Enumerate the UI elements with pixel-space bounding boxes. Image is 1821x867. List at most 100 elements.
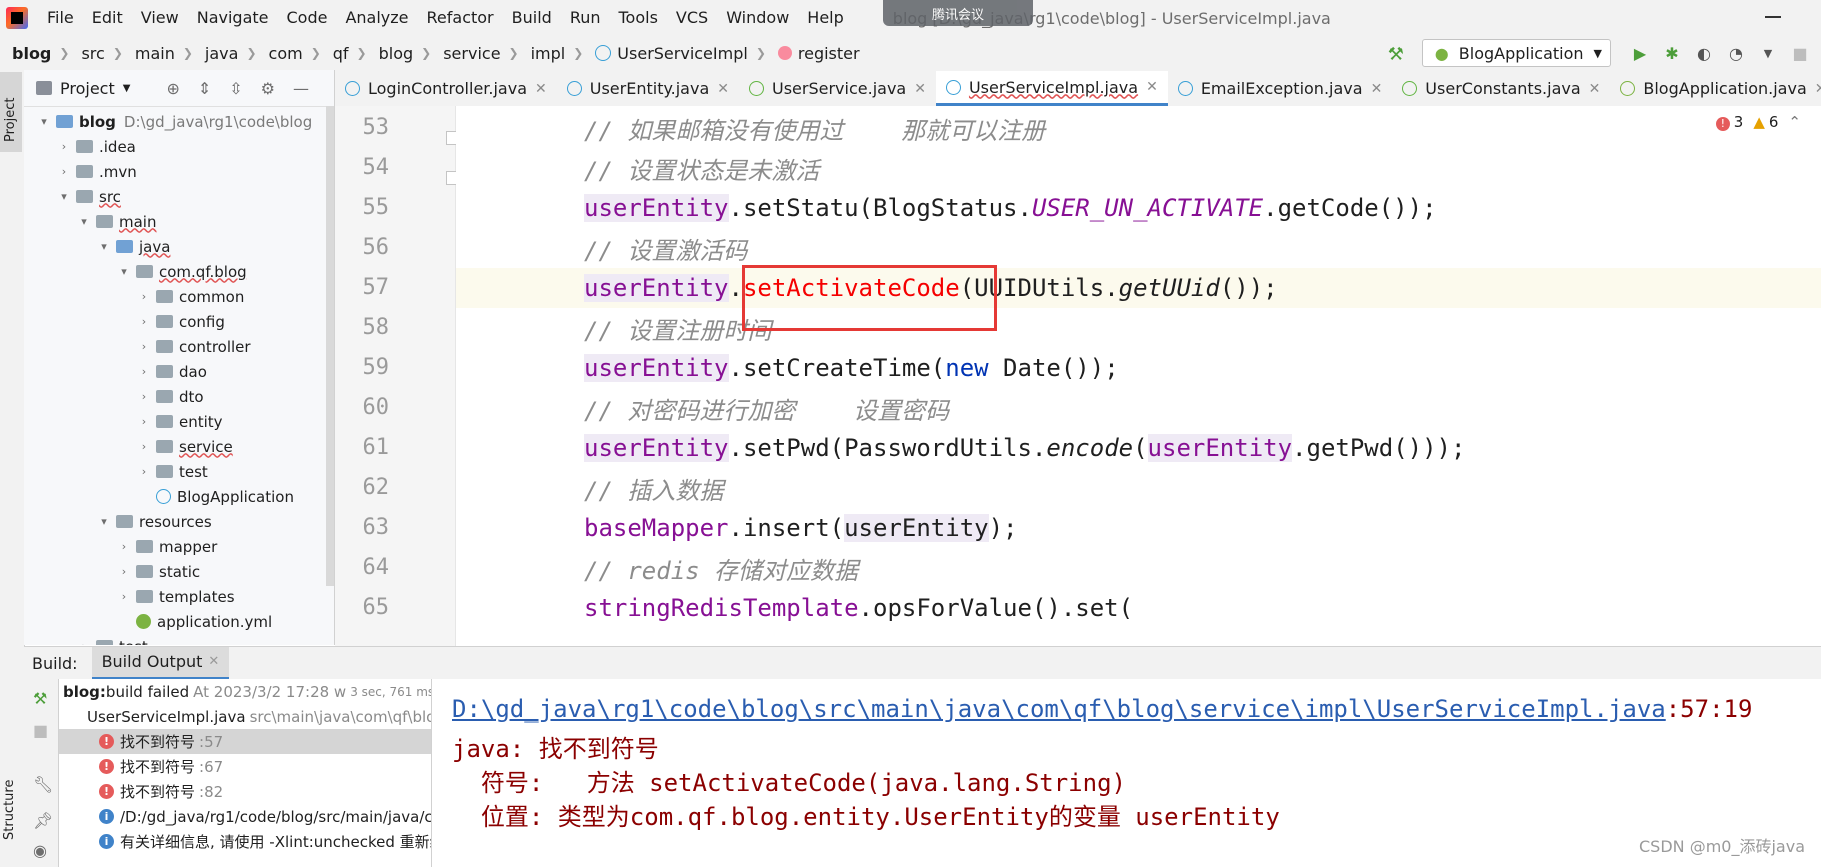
structure-side-tab[interactable]: Structure	[2, 780, 17, 840]
crumb-qf[interactable]: qf ❯	[321, 44, 367, 63]
code-line[interactable]: userEntity.setPwd(PasswordUtils.encode(u…	[456, 428, 1821, 468]
build-tree-row[interactable]: i/D:/gd_java/rg1/code/blog/src/main/java…	[59, 804, 431, 829]
code-line[interactable]: // 对密码进行加密 设置密码	[456, 388, 1821, 428]
crumb-java[interactable]: java ❯	[193, 44, 257, 63]
tree-item[interactable]: › config	[24, 309, 334, 334]
chevron-right-icon[interactable]: ›	[56, 165, 72, 178]
chevron-right-icon[interactable]: ›	[136, 290, 152, 303]
tree-item[interactable]: ▾ resources	[24, 509, 334, 534]
project-side-tab[interactable]: Project	[0, 72, 22, 152]
tree-item[interactable]: › controller	[24, 334, 334, 359]
code-line[interactable]: userEntity.setStatu(BlogStatus.USER_UN_A…	[456, 188, 1821, 228]
build-tree-row[interactable]: UserServiceImpl.java src\main\java\com\qf…	[59, 704, 431, 729]
code-line[interactable]: userEntity.setCreateTime(new Date());	[456, 348, 1821, 388]
chevron-right-icon[interactable]: ›	[136, 365, 152, 378]
code-line[interactable]: // 设置注册时间	[456, 308, 1821, 348]
build-tree-row[interactable]: ! 找不到符号:82	[59, 779, 431, 804]
code-line[interactable]: // 插入数据	[456, 468, 1821, 508]
editor-tab[interactable]: EmailException.java ✕	[1168, 71, 1392, 106]
editor-tab[interactable]: UserEntity.java ✕	[557, 71, 739, 106]
chevron-up-icon[interactable]: ⌃	[1788, 113, 1801, 131]
close-icon[interactable]: ✕	[1371, 81, 1383, 97]
code-line[interactable]: // 如果邮箱没有使用过 那就可以注册	[456, 108, 1821, 148]
crumb-blog[interactable]: blog ❯	[0, 44, 69, 63]
stop-icon[interactable]: ■	[1789, 44, 1811, 63]
menu-help[interactable]: Help	[798, 0, 852, 36]
rebuild-icon[interactable]: ⚒	[33, 689, 47, 708]
tab-build-output[interactable]: Build Output ✕	[91, 647, 230, 679]
editor-tab[interactable]: BlogApplication.java ✕	[1610, 71, 1821, 106]
code-line[interactable]: stringRedisTemplate.opsForValue().set(	[456, 588, 1821, 628]
inspection-widget[interactable]: ! 3 ▲ 6 ⌃	[1715, 113, 1801, 131]
tree-item[interactable]: application.yml	[24, 609, 334, 634]
chevron-right-icon[interactable]: ›	[136, 465, 152, 478]
menu-tools[interactable]: Tools	[610, 0, 667, 36]
close-icon[interactable]: ✕	[717, 81, 729, 97]
tree-item[interactable]: › templates	[24, 584, 334, 609]
tree-item[interactable]: › test	[24, 634, 334, 645]
menu-window[interactable]: Window	[717, 0, 798, 36]
close-icon[interactable]: ✕	[1815, 81, 1821, 97]
tree-item[interactable]: ▾ java	[24, 234, 334, 259]
build-tree-row[interactable]: ! 找不到符号:67	[59, 754, 431, 779]
chevron-right-icon[interactable]: ›	[136, 415, 152, 428]
chevron-down-icon[interactable]: ▾	[56, 190, 72, 203]
more-run-icon[interactable]: ▼	[1757, 47, 1779, 60]
menu-build[interactable]: Build	[503, 0, 561, 36]
debug-icon[interactable]: ✱	[1661, 44, 1683, 63]
output-file-link[interactable]: D:\gd_java\rg1\code\blog\src\main\java\c…	[452, 695, 1666, 723]
chevron-right-icon[interactable]: ›	[136, 440, 152, 453]
run-config-select[interactable]: ● BlogApplication ▼	[1421, 39, 1611, 67]
hide-icon[interactable]: —	[293, 79, 309, 98]
crumb-src[interactable]: src ❯	[69, 44, 122, 63]
code-line[interactable]: // 设置激活码	[456, 228, 1821, 268]
close-icon[interactable]: ✕	[208, 647, 219, 677]
tree-item[interactable]: ▾ blog D:\gd_java\rg1\code\blog	[24, 109, 334, 134]
menu-view[interactable]: View	[132, 0, 188, 36]
close-icon[interactable]: ✕	[1146, 79, 1158, 95]
crumb-class[interactable]: UserServiceImpl ❯	[583, 44, 766, 63]
editor-tab[interactable]: UserService.java ✕	[739, 71, 936, 106]
collapse-all-icon[interactable]: ⇳	[229, 79, 242, 98]
chevron-down-icon[interactable]: ▾	[36, 115, 52, 128]
crumb-impl[interactable]: impl ❯	[519, 44, 584, 63]
chevron-right-icon[interactable]: ›	[136, 315, 152, 328]
close-icon[interactable]: ✕	[1589, 81, 1601, 97]
tree-item[interactable]: › common	[24, 284, 334, 309]
chevron-right-icon[interactable]: ›	[76, 640, 92, 645]
chevron-down-icon[interactable]: ▾	[76, 215, 92, 228]
editor-tab[interactable]: UserConstants.java ✕	[1392, 71, 1610, 106]
tree-item[interactable]: › .mvn	[24, 159, 334, 184]
menu-file[interactable]: File	[38, 0, 83, 36]
code-line[interactable]: userEntity.setActivateCode(UUIDUtils.get…	[456, 268, 1821, 308]
crumb-service[interactable]: service ❯	[431, 44, 518, 63]
code-editor[interactable]: // 如果邮箱没有使用过 那就可以注册 // 设置状态是未激活 userEntity…	[456, 106, 1821, 646]
menu-analyze[interactable]: Analyze	[336, 0, 417, 36]
chevron-right-icon[interactable]: ›	[116, 565, 132, 578]
crumb-method[interactable]: register	[766, 44, 860, 63]
tree-item[interactable]: ▾ com.qf.blog	[24, 259, 334, 284]
crumb-main[interactable]: main ❯	[123, 44, 193, 63]
chevron-right-icon[interactable]: ›	[56, 140, 72, 153]
chevron-right-icon[interactable]: ›	[116, 590, 132, 603]
tree-item[interactable]: ▾ main	[24, 209, 334, 234]
build-hammer-icon[interactable]: ⚒	[1388, 44, 1406, 65]
minimize-icon[interactable]	[1765, 16, 1781, 18]
crumb-com[interactable]: com ❯	[257, 44, 321, 63]
menu-navigate[interactable]: Navigate	[188, 0, 278, 36]
tree-item[interactable]: › mapper	[24, 534, 334, 559]
build-tree-row[interactable]: i 有关详细信息, 请使用 -Xlint:unchecked 重新编	[59, 829, 431, 854]
tree-item[interactable]: › service	[24, 434, 334, 459]
close-icon[interactable]: ✕	[914, 81, 926, 97]
close-icon[interactable]: ✕	[535, 81, 547, 97]
menu-refactor[interactable]: Refactor	[418, 0, 503, 36]
stop-icon[interactable]: ■	[33, 721, 48, 740]
chevron-down-icon[interactable]: ▾	[116, 265, 132, 278]
code-line[interactable]: baseMapper.insert(userEntity);	[456, 508, 1821, 548]
profile-icon[interactable]: ◔	[1725, 44, 1747, 63]
tree-item[interactable]: › test	[24, 459, 334, 484]
chevron-down-icon[interactable]: ▼	[123, 83, 131, 94]
menu-run[interactable]: Run	[561, 0, 610, 36]
build-tree-row[interactable]: blog: build failed At 2023/3/2 17:28 w3 s…	[59, 679, 431, 704]
code-line[interactable]: // 设置状态是未激活	[456, 148, 1821, 188]
